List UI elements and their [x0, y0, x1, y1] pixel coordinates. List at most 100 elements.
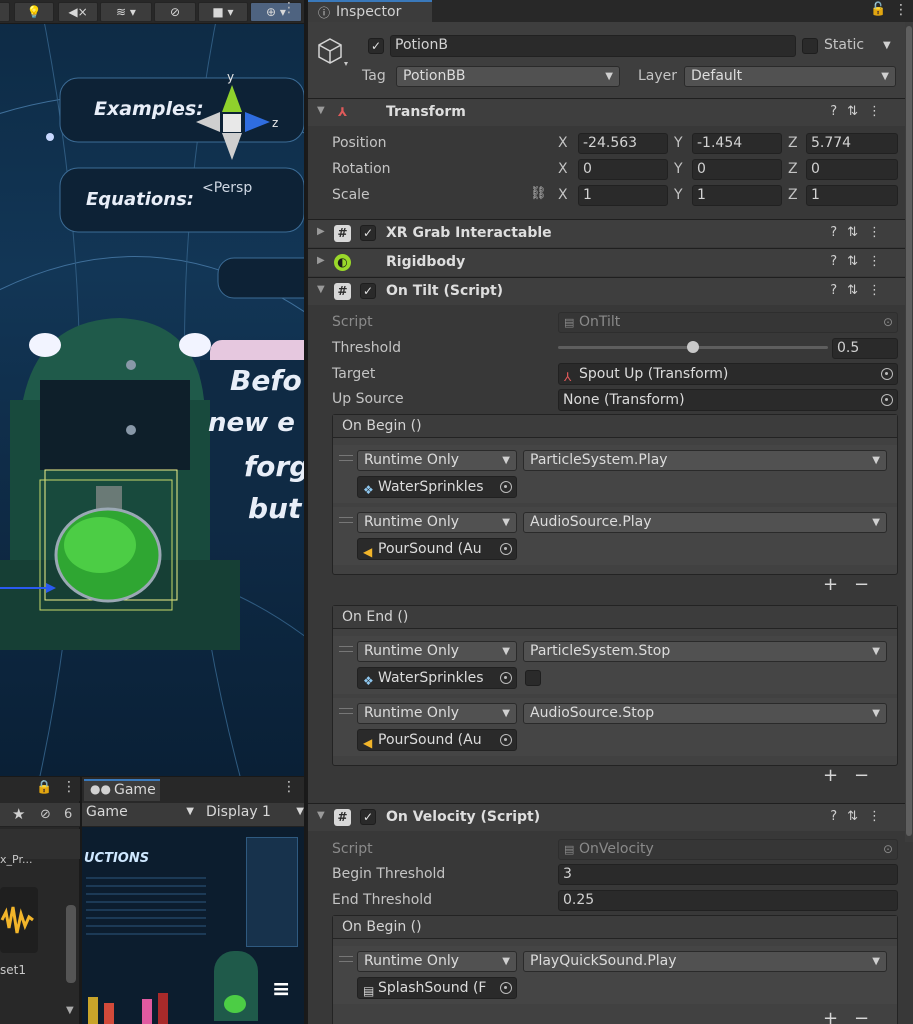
static-checkbox[interactable] — [802, 38, 818, 54]
component-kebab-icon[interactable]: ⋮ — [868, 283, 891, 298]
rotation-x-field[interactable]: 0 — [578, 159, 668, 180]
event-target-field[interactable]: ▤ SplashSound (F — [357, 977, 517, 999]
scroll-down-icon[interactable]: ▼ — [66, 1005, 74, 1016]
audio-toggle[interactable]: ◀× — [58, 2, 98, 22]
fold-closed-icon[interactable]: ▶ — [317, 226, 325, 237]
axis-z-label[interactable]: Z — [788, 187, 798, 203]
component-tools[interactable]: ?⇅⋮ — [830, 254, 891, 269]
preset-sliders-icon[interactable]: ⇅ — [847, 254, 868, 269]
end-threshold-field[interactable]: 0.25 — [558, 890, 898, 911]
position-x-field[interactable]: -24.563 — [578, 133, 668, 154]
axis-z-label[interactable]: Z — [788, 135, 798, 151]
axis-z-label[interactable]: Z — [788, 161, 798, 177]
event-target-field[interactable]: ❖ WaterSprinkles — [357, 667, 517, 689]
projection-label[interactable]: <Persp — [202, 180, 252, 196]
lighting-toggle[interactable]: 💡 — [14, 2, 54, 22]
hidden-objects-toggle[interactable]: ⊘ — [154, 2, 196, 22]
constrain-proportions-link-icon[interactable]: ⛓ — [530, 186, 547, 201]
component-tools[interactable]: ?⇅⋮ — [830, 104, 891, 119]
axis-x-label[interactable]: X — [558, 187, 568, 203]
event-target-field[interactable]: ◀ PourSound (Au — [357, 729, 517, 751]
event-target-field[interactable]: ◀ PourSound (Au — [357, 538, 517, 560]
active-checkbox[interactable]: ✓ — [368, 38, 384, 54]
fold-open-icon[interactable]: ▼ — [317, 284, 325, 295]
preset-sliders-icon[interactable]: ⇅ — [847, 283, 868, 298]
audio-asset-thumbnail[interactable] — [0, 887, 38, 953]
object-name-field[interactable]: PotionB — [390, 35, 796, 57]
static-dropdown-arrow-icon[interactable]: ▼ — [883, 40, 891, 51]
up-source-field[interactable]: None (Transform) — [558, 389, 898, 411]
help-icon[interactable]: ? — [830, 104, 847, 119]
add-listener-button[interactable]: + — [823, 1008, 838, 1024]
runtime-mode-dropdown[interactable]: Runtime Only ▼ — [357, 951, 517, 972]
drag-handle-icon[interactable] — [339, 646, 353, 652]
on-velocity-enabled-checkbox[interactable]: ✓ — [360, 809, 376, 825]
component-tools[interactable]: ?⇅⋮ — [830, 283, 891, 298]
help-icon[interactable]: ? — [830, 809, 847, 824]
drag-handle-icon[interactable] — [339, 455, 353, 461]
component-tools[interactable]: ?⇅⋮ — [830, 225, 891, 240]
help-icon[interactable]: ? — [830, 225, 847, 240]
scale-y-field[interactable]: 1 — [692, 185, 782, 206]
asset-label-top[interactable]: x_Pr... — [0, 853, 32, 866]
threshold-slider-thumb[interactable] — [687, 341, 699, 353]
fold-closed-icon[interactable]: ▶ — [317, 255, 325, 266]
lock-icon[interactable]: 🔒 — [36, 780, 52, 795]
position-z-field[interactable]: 5.774 — [806, 133, 898, 154]
remove-listener-button[interactable]: − — [854, 574, 869, 595]
bool-argument-checkbox[interactable] — [525, 670, 541, 686]
on-tilt-header[interactable]: ▼ # ✓ On Tilt (Script) ?⇅⋮ — [308, 277, 913, 305]
game-kebab-icon[interactable]: ⋮ — [282, 779, 296, 795]
object-picker-icon[interactable] — [881, 368, 893, 380]
position-y-field[interactable]: -1.454 — [692, 133, 782, 154]
function-dropdown[interactable]: ParticleSystem.Stop ▼ — [523, 641, 887, 662]
component-kebab-icon[interactable]: ⋮ — [868, 225, 891, 240]
object-picker-icon[interactable] — [500, 543, 512, 555]
toolbar-edge-button[interactable] — [0, 2, 10, 22]
add-listener-button[interactable]: + — [823, 574, 838, 595]
asset-label-bottom[interactable]: set1 — [0, 963, 26, 977]
fold-open-icon[interactable]: ▼ — [317, 105, 325, 116]
on-tilt-enabled-checkbox[interactable]: ✓ — [360, 283, 376, 299]
effects-dropdown[interactable]: ≋ ▾ — [100, 2, 152, 22]
xr-grab-enabled-checkbox[interactable]: ✓ — [360, 225, 376, 241]
camera-dropdown[interactable]: ■ ▾ — [198, 2, 248, 22]
help-icon[interactable]: ? — [830, 283, 847, 298]
event-target-field[interactable]: ❖ WaterSprinkles — [357, 476, 517, 498]
add-listener-button[interactable]: + — [823, 765, 838, 786]
hidden-eye-icon[interactable]: ⊘ — [40, 807, 51, 822]
axis-x-label[interactable]: X — [558, 135, 568, 151]
scene-view[interactable]: Examples: Equations: Befo new e forg but… — [0, 0, 304, 776]
axis-y-label[interactable]: Y — [674, 135, 683, 151]
preset-sliders-icon[interactable]: ⇅ — [847, 104, 868, 119]
object-picker-icon[interactable] — [500, 672, 512, 684]
runtime-mode-dropdown[interactable]: Runtime Only ▼ — [357, 703, 517, 724]
drag-handle-icon[interactable] — [339, 956, 353, 962]
object-picker-icon[interactable] — [500, 982, 512, 994]
inspector-lock-icon[interactable]: 🔓 — [870, 2, 886, 17]
scale-z-field[interactable]: 1 — [806, 185, 898, 206]
target-field[interactable]: ⅄ Spout Up (Transform) — [558, 363, 898, 385]
inspector-scrollbar[interactable] — [905, 22, 913, 842]
object-picker-icon[interactable] — [500, 481, 512, 493]
runtime-mode-dropdown[interactable]: Runtime Only ▼ — [357, 450, 517, 471]
tag-dropdown[interactable]: PotionBB ▼ — [396, 66, 620, 87]
on-velocity-header[interactable]: ▼ # ✓ On Velocity (Script) ?⇅⋮ — [308, 803, 913, 831]
drag-handle-icon[interactable] — [339, 708, 353, 714]
rotation-y-field[interactable]: 0 — [692, 159, 782, 180]
remove-listener-button[interactable]: − — [854, 765, 869, 786]
function-dropdown[interactable]: AudioSource.Stop ▼ — [523, 703, 887, 724]
scene-kebab-icon[interactable]: ⋮ — [282, 0, 296, 16]
axis-x-label[interactable]: X — [558, 161, 568, 177]
game-render[interactable]: UCTIONS ≡ — [82, 827, 304, 1024]
runtime-mode-dropdown[interactable]: Runtime Only ▼ — [357, 641, 517, 662]
transform-header[interactable]: ▼ ⅄ Transform ?⇅⋮ — [308, 98, 913, 126]
component-tools[interactable]: ?⇅⋮ — [830, 809, 891, 824]
inspector-scrollbar-thumb[interactable] — [906, 26, 912, 836]
rotation-z-field[interactable]: 0 — [806, 159, 898, 180]
inspector-tab[interactable]: ⓘ Inspector — [308, 0, 432, 22]
game-tab[interactable]: ●● Game — [84, 779, 160, 801]
component-kebab-icon[interactable]: ⋮ — [868, 254, 891, 269]
favorite-star-icon[interactable]: ★ — [12, 805, 25, 823]
function-dropdown[interactable]: ParticleSystem.Play ▼ — [523, 450, 887, 471]
